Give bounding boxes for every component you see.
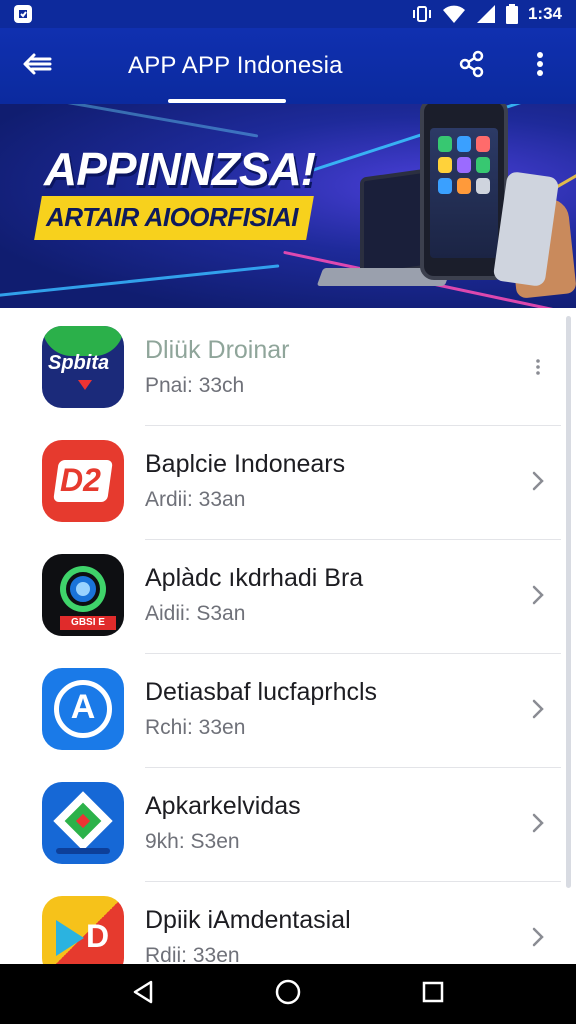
banner-ray — [0, 264, 280, 299]
page-title: APP APP Indonesia — [128, 52, 343, 79]
list-item-title: Dpiik iAmdentasial — [145, 906, 351, 934]
list-item-subtitle: Aidii: S3an — [145, 602, 246, 625]
status-time: 1:34 — [527, 4, 562, 23]
battery-icon — [505, 4, 518, 24]
back-arrow-icon — [22, 52, 54, 81]
more-options-button[interactable] — [512, 38, 568, 94]
app-icon-text: D2 — [60, 462, 101, 498]
list-item-subtitle: Rdii: 33en — [145, 944, 240, 964]
title-tab-indicator — [168, 99, 286, 103]
app-icon-text: A — [70, 688, 96, 726]
status-icons: 1:34 — [412, 4, 562, 24]
vibrate-icon — [412, 4, 432, 24]
notification-icon — [12, 4, 36, 24]
recents-square-icon — [421, 980, 445, 1009]
list-item-subtitle: Rchi: 33en — [145, 716, 246, 739]
list-item-title: Dliük Droinar — [145, 336, 290, 364]
d2-app-icon: D2 — [42, 440, 124, 522]
status-bar: 1:34 — [0, 0, 576, 28]
play-d-app-icon: D — [42, 896, 124, 964]
sports-app-icon: Spbita — [42, 326, 124, 408]
list-item-subtitle: 9kh: S3en — [145, 830, 240, 853]
chevron-right-icon[interactable] — [524, 922, 552, 952]
chevron-right-icon[interactable] — [524, 808, 552, 838]
list-scrollbar[interactable] — [566, 316, 571, 888]
home-circle-icon — [274, 978, 302, 1011]
system-nav-bar — [0, 964, 576, 1024]
list-item[interactable]: D Dpiik iAmdentasial Rdii: 33en — [0, 882, 576, 964]
a-logo-app-icon: A — [42, 668, 124, 750]
signal-icon — [476, 4, 496, 24]
gem-app-icon — [42, 782, 124, 864]
phone-screen-illustration — [430, 128, 498, 258]
list-item[interactable]: Apkarkelvidas 9kh: S3en — [0, 768, 576, 882]
promo-banner[interactable]: APPINNZSA! ARTAIR AIOORFISIAI — [0, 104, 576, 308]
app-screen: 1:34 APP APP Indonesia APPINNZSA! ARTAIR… — [0, 0, 576, 1024]
back-button[interactable] — [10, 38, 66, 94]
list-item-subtitle: Ardii: 33an — [145, 488, 246, 511]
nav-home-button[interactable] — [258, 969, 318, 1019]
chevron-right-icon[interactable] — [524, 580, 552, 610]
nav-back-button[interactable] — [113, 969, 173, 1019]
list-item-subtitle: Pnai: 33ch — [145, 374, 245, 397]
app-icon-text: Spbita — [48, 352, 110, 374]
chevron-right-icon[interactable] — [524, 466, 552, 496]
list-item[interactable]: A Detiasbaf lucfaprhcls Rchi: 33en — [0, 654, 576, 768]
list-item-title: Baplcie Indonears — [145, 450, 346, 478]
list-item[interactable]: GBSI E Aplàdc ıkdrhadi Bra Aidii: S3an — [0, 540, 576, 654]
camera-app-icon: GBSI E — [42, 554, 124, 636]
banner-tagline: ARTAIR AIOORFISIAI — [46, 202, 298, 232]
list-item-title: Detiasbaf lucfaprhcls — [145, 678, 378, 706]
phone-illustration — [420, 104, 508, 280]
list-item-title: Aplàdc ıkdrhadi Bra — [145, 564, 364, 592]
back-triangle-icon — [130, 979, 156, 1010]
share-icon — [458, 50, 486, 83]
list-item-title: Apkarkelvidas — [145, 792, 301, 820]
drag-handle-icon[interactable] — [524, 352, 552, 382]
app-icon-text: D — [86, 918, 110, 954]
wifi-icon — [442, 4, 466, 24]
app-list: Spbita Dliük Droinar Pnai: 33ch D2 Baplc… — [0, 308, 576, 964]
banner-headline: APPINNZSA! — [44, 143, 316, 195]
list-item[interactable]: D2 Baplcie Indonears Ardii: 33an — [0, 426, 576, 540]
more-vert-icon — [536, 51, 544, 82]
chevron-right-icon[interactable] — [524, 694, 552, 724]
app-bar: APP APP Indonesia — [0, 28, 576, 104]
nav-recents-button[interactable] — [403, 969, 463, 1019]
list-item[interactable]: Spbita Dliük Droinar Pnai: 33ch — [0, 312, 576, 426]
share-button[interactable] — [444, 38, 500, 94]
app-icon-text: GBSI E — [60, 616, 116, 630]
banner-ray — [1, 104, 259, 138]
